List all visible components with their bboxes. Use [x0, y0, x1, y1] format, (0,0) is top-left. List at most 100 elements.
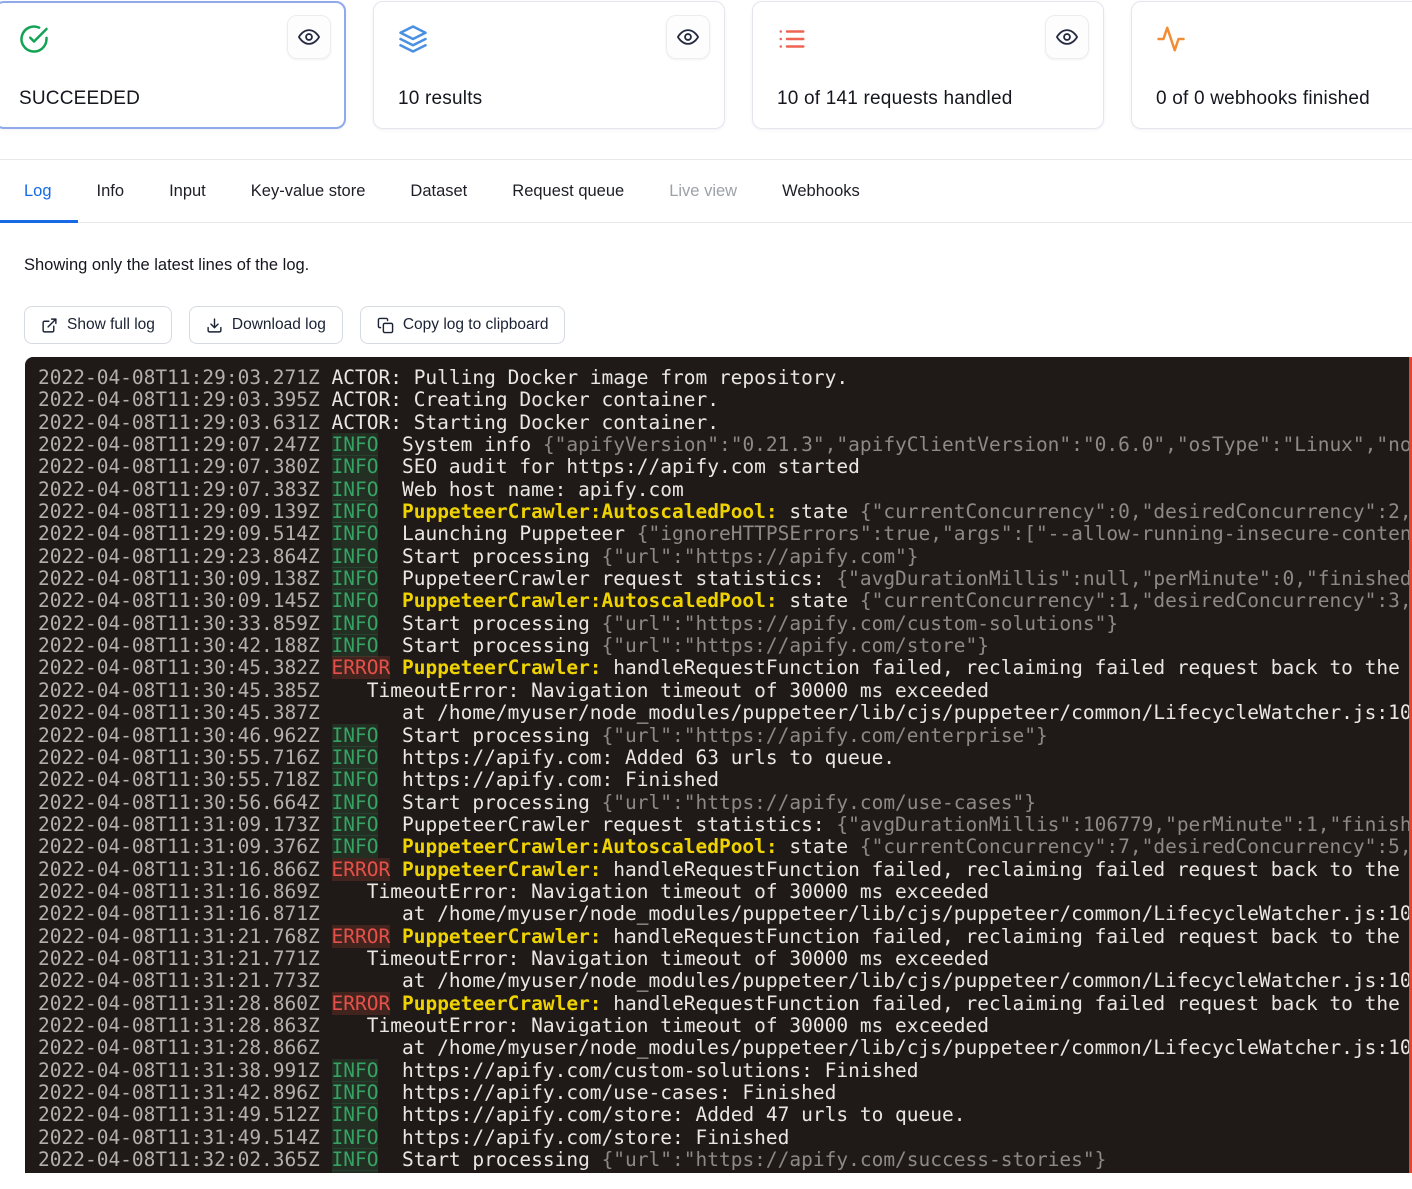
log-level-badge: INFO	[332, 455, 379, 478]
log-line: 2022-04-08T11:30:55.716Z INFO https://ap…	[38, 747, 1412, 769]
log-line: 2022-04-08T11:29:09.514Z INFO Launching …	[38, 523, 1412, 545]
download-log-button[interactable]: Download log	[189, 306, 343, 344]
log-level-badge: INFO	[332, 724, 379, 747]
log-level-badge: INFO	[332, 1059, 379, 1082]
log-line: 2022-04-08T11:31:09.376Z INFO PuppeteerC…	[38, 836, 1412, 858]
status-card-label: 10 of 141 requests handled	[777, 88, 1089, 110]
log-level-badge: INFO	[332, 813, 379, 836]
log-level-badge: INFO	[332, 567, 379, 590]
external-link-icon	[41, 317, 58, 334]
copy-icon	[377, 317, 394, 334]
log-level-badge: INFO	[332, 545, 379, 568]
log-line: 2022-04-08T11:29:09.139Z INFO PuppeteerC…	[38, 501, 1412, 523]
log-line: 2022-04-08T11:31:28.863Z TimeoutError: N…	[38, 1015, 1412, 1037]
log-line: 2022-04-08T11:29:07.383Z INFO Web host n…	[38, 479, 1412, 501]
log-console[interactable]: 2022-04-08T11:29:03.271Z ACTOR: Pulling …	[25, 357, 1412, 1173]
status-cards-row: SUCCEEDED 10 results 10 of 141 requests ha…	[0, 0, 1412, 129]
log-level-badge: INFO	[332, 634, 379, 657]
list-icon	[777, 24, 807, 54]
log-level-badge: INFO	[332, 1148, 379, 1171]
log-line: 2022-04-08T11:31:28.866Z at /home/myuser…	[38, 1037, 1412, 1059]
tab-bar: Log Info Input Key-value store Dataset Reques…	[0, 159, 1412, 223]
log-line: 2022-04-08T11:31:38.991Z INFO https://ap…	[38, 1060, 1412, 1082]
log-line: 2022-04-08T11:29:07.380Z INFO SEO audit …	[38, 456, 1412, 478]
log-line: 2022-04-08T11:31:49.514Z INFO https://ap…	[38, 1127, 1412, 1149]
log-level-badge: INFO	[332, 1170, 379, 1173]
log-line: 2022-04-08T11:30:09.138Z INFO PuppeteerC…	[38, 568, 1412, 590]
log-line: 2022-04-08T11:29:23.864Z INFO Start proc…	[38, 546, 1412, 568]
status-card: 10 results	[373, 1, 725, 129]
log-level-badge: INFO	[332, 746, 379, 769]
log-line: 2022-04-08T11:30:45.382Z ERROR Puppeteer…	[38, 657, 1412, 679]
eye-icon	[677, 26, 699, 48]
log-level-badge: INFO	[332, 478, 379, 501]
log-line: 2022-04-08T11:29:07.247Z INFO System inf…	[38, 434, 1412, 456]
log-line: 2022-04-08T11:29:03.395Z ACTOR: Creating…	[38, 389, 1412, 411]
log-level-badge: INFO	[332, 612, 379, 635]
eye-button[interactable]	[1045, 15, 1089, 59]
status-card-label: 10 results	[398, 88, 710, 110]
log-level-badge: INFO	[332, 1081, 379, 1104]
log-level-badge: ERROR	[332, 858, 391, 881]
eye-button[interactable]	[666, 15, 710, 59]
log-line: 2022-04-08T11:30:45.387Z at /home/myuser…	[38, 702, 1412, 724]
button-label: Show full log	[67, 316, 155, 334]
tab-info[interactable]: Info	[97, 160, 125, 222]
log-line: 2022-04-08T11:30:55.718Z INFO https://ap…	[38, 769, 1412, 791]
tab-log[interactable]: Log	[24, 160, 52, 222]
log-line: 2022-04-08T11:31:09.173Z INFO PuppeteerC…	[38, 814, 1412, 836]
copy-log-to-clipboard-button[interactable]: Copy log to clipboard	[360, 306, 566, 344]
status-card-label: 0 of 0 webhooks finished	[1156, 88, 1412, 110]
log-level-badge: INFO	[332, 1103, 379, 1126]
button-label: Download log	[232, 316, 326, 334]
log-line: 2022-04-08T11:31:49.512Z INFO https://ap…	[38, 1104, 1412, 1126]
log-line: 2022-04-08T11:31:16.871Z at /home/myuser…	[38, 903, 1412, 925]
log-level-badge: ERROR	[332, 925, 391, 948]
log-level-badge: INFO	[332, 835, 379, 858]
status-card: 0 of 0 webhooks finished	[1131, 1, 1412, 129]
log-line: 2022-04-08T11:31:16.866Z ERROR Puppeteer…	[38, 859, 1412, 881]
log-line: 2022-04-08T11:30:42.188Z INFO Start proc…	[38, 635, 1412, 657]
status-card: 10 of 141 requests handled	[752, 1, 1104, 129]
tab-key-value-store[interactable]: Key-value store	[251, 160, 366, 222]
log-line: 2022-04-08T11:29:03.631Z ACTOR: Starting…	[38, 412, 1412, 434]
log-notice: Showing only the latest lines of the log…	[24, 256, 1412, 275]
log-level-badge: INFO	[332, 433, 379, 456]
log-line: 2022-04-08T11:32:02.365Z INFO Start proc…	[38, 1149, 1412, 1171]
check-circle-icon	[19, 24, 49, 54]
log-line: 2022-04-08T11:30:56.664Z INFO Start proc…	[38, 792, 1412, 814]
tab-dataset[interactable]: Dataset	[410, 160, 467, 222]
tab-request-queue[interactable]: Request queue	[512, 160, 624, 222]
download-icon	[206, 317, 223, 334]
button-label: Copy log to clipboard	[403, 316, 549, 334]
tab-webhooks[interactable]: Webhooks	[782, 160, 860, 222]
log-line: 2022-04-08T11:31:21.768Z ERROR Puppeteer…	[38, 926, 1412, 948]
pulse-icon	[1156, 24, 1186, 54]
log-level-badge: INFO	[332, 500, 379, 523]
log-actions: Show full log Download log Copy log to cli…	[24, 306, 1412, 344]
eye-button[interactable]	[287, 15, 331, 59]
log-line: 2022-04-08T11:32:09.172Z INFO PuppeteerC…	[38, 1171, 1412, 1173]
log-level-badge: ERROR	[332, 992, 391, 1015]
log-line: 2022-04-08T11:30:33.859Z INFO Start proc…	[38, 613, 1412, 635]
log-line: 2022-04-08T11:30:45.385Z TimeoutError: N…	[38, 680, 1412, 702]
log-line: 2022-04-08T11:30:09.145Z INFO PuppeteerC…	[38, 590, 1412, 612]
status-card: SUCCEEDED	[0, 1, 346, 129]
eye-icon	[1056, 26, 1078, 48]
show-full-log-button[interactable]: Show full log	[24, 306, 172, 344]
log-line: 2022-04-08T11:29:03.271Z ACTOR: Pulling …	[38, 367, 1412, 389]
log-level-badge: INFO	[332, 589, 379, 612]
tab-live-view[interactable]: Live view	[669, 160, 737, 222]
log-lines: 2022-04-08T11:29:03.271Z ACTOR: Pulling …	[38, 367, 1412, 1173]
log-line: 2022-04-08T11:31:28.860Z ERROR Puppeteer…	[38, 993, 1412, 1015]
log-line: 2022-04-08T11:31:21.773Z at /home/myuser…	[38, 970, 1412, 992]
log-level-badge: INFO	[332, 768, 379, 791]
log-line: 2022-04-08T11:30:46.962Z INFO Start proc…	[38, 725, 1412, 747]
status-card-label: SUCCEEDED	[19, 88, 331, 110]
log-level-badge: INFO	[332, 522, 379, 545]
eye-icon	[298, 26, 320, 48]
log-line: 2022-04-08T11:31:42.896Z INFO https://ap…	[38, 1082, 1412, 1104]
log-line: 2022-04-08T11:31:21.771Z TimeoutError: N…	[38, 948, 1412, 970]
tab-input[interactable]: Input	[169, 160, 206, 222]
log-line: 2022-04-08T11:31:16.869Z TimeoutError: N…	[38, 881, 1412, 903]
